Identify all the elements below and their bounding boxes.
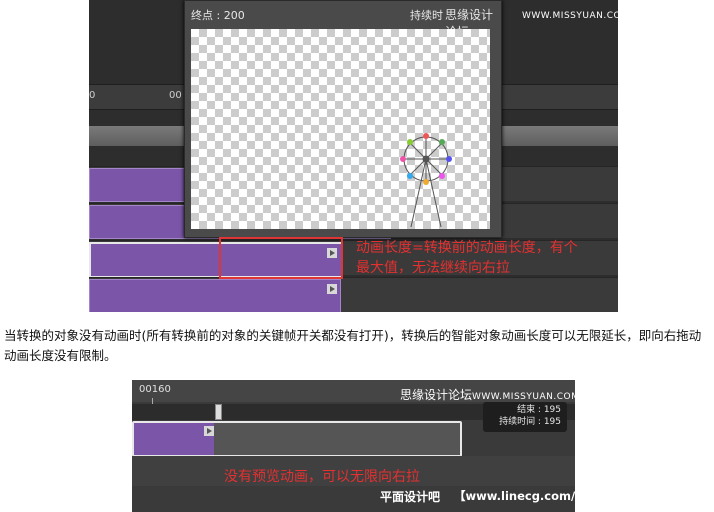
smart-object-clip[interactable] [132, 421, 462, 457]
layer-clip[interactable] [89, 279, 341, 312]
tooltip-end: 结束 : 195 [517, 405, 561, 415]
playhead-handle[interactable] [215, 404, 222, 420]
explanation-paragraph: 当转换的对象没有动画时(所有转换前的对象的关键帧开关都没有打开)，转换后的智能对… [4, 328, 702, 363]
highlight-box [219, 237, 343, 279]
transparent-canvas [191, 29, 490, 229]
footer-url: 【www.linecg.com/tieba/1822】 [454, 489, 575, 503]
site-watermark: WWW.MISSYUAN.COM [522, 11, 630, 21]
animation-preview-popup: 终点 : 200 持续时 思缘设计论坛 [184, 0, 502, 238]
layer-track [89, 277, 618, 312]
annotation-text: 没有预览动画，可以无限向右拉 [224, 469, 420, 485]
duration-label: 持续时 [410, 9, 443, 22]
tooltip-duration: 持续时间 : 195 [499, 417, 561, 427]
ruler-tick-label: 00 [169, 90, 182, 101]
clip-animated-section [134, 423, 214, 455]
forum-watermark: 思缘设计论坛 [400, 388, 473, 402]
timecode-label: 00160 [139, 384, 171, 395]
duration-tooltip: 结束 : 195 持续时间 : 195 [483, 402, 567, 432]
footer-brand: 平面设计吧 [380, 490, 441, 504]
ferris-wheel-icon [400, 133, 452, 228]
annotation-line-2: 最大值，无法继续向右拉 [356, 260, 510, 276]
annotation-line-1: 动画长度=转换前的动画长度，有个 [356, 240, 578, 256]
timeline-screenshot-bottom: 00160 思缘设计论坛 WWW.MISSYUAN.COM 结束 : 195 持… [132, 380, 575, 512]
end-frame-label: 终点 : 200 [191, 9, 245, 22]
ruler-tick-label: 0 [89, 90, 96, 101]
clip-end-handle-icon[interactable] [327, 284, 337, 294]
clip-end-handle-icon[interactable] [204, 426, 214, 436]
site-watermark: WWW.MISSYUAN.COM [472, 392, 575, 402]
